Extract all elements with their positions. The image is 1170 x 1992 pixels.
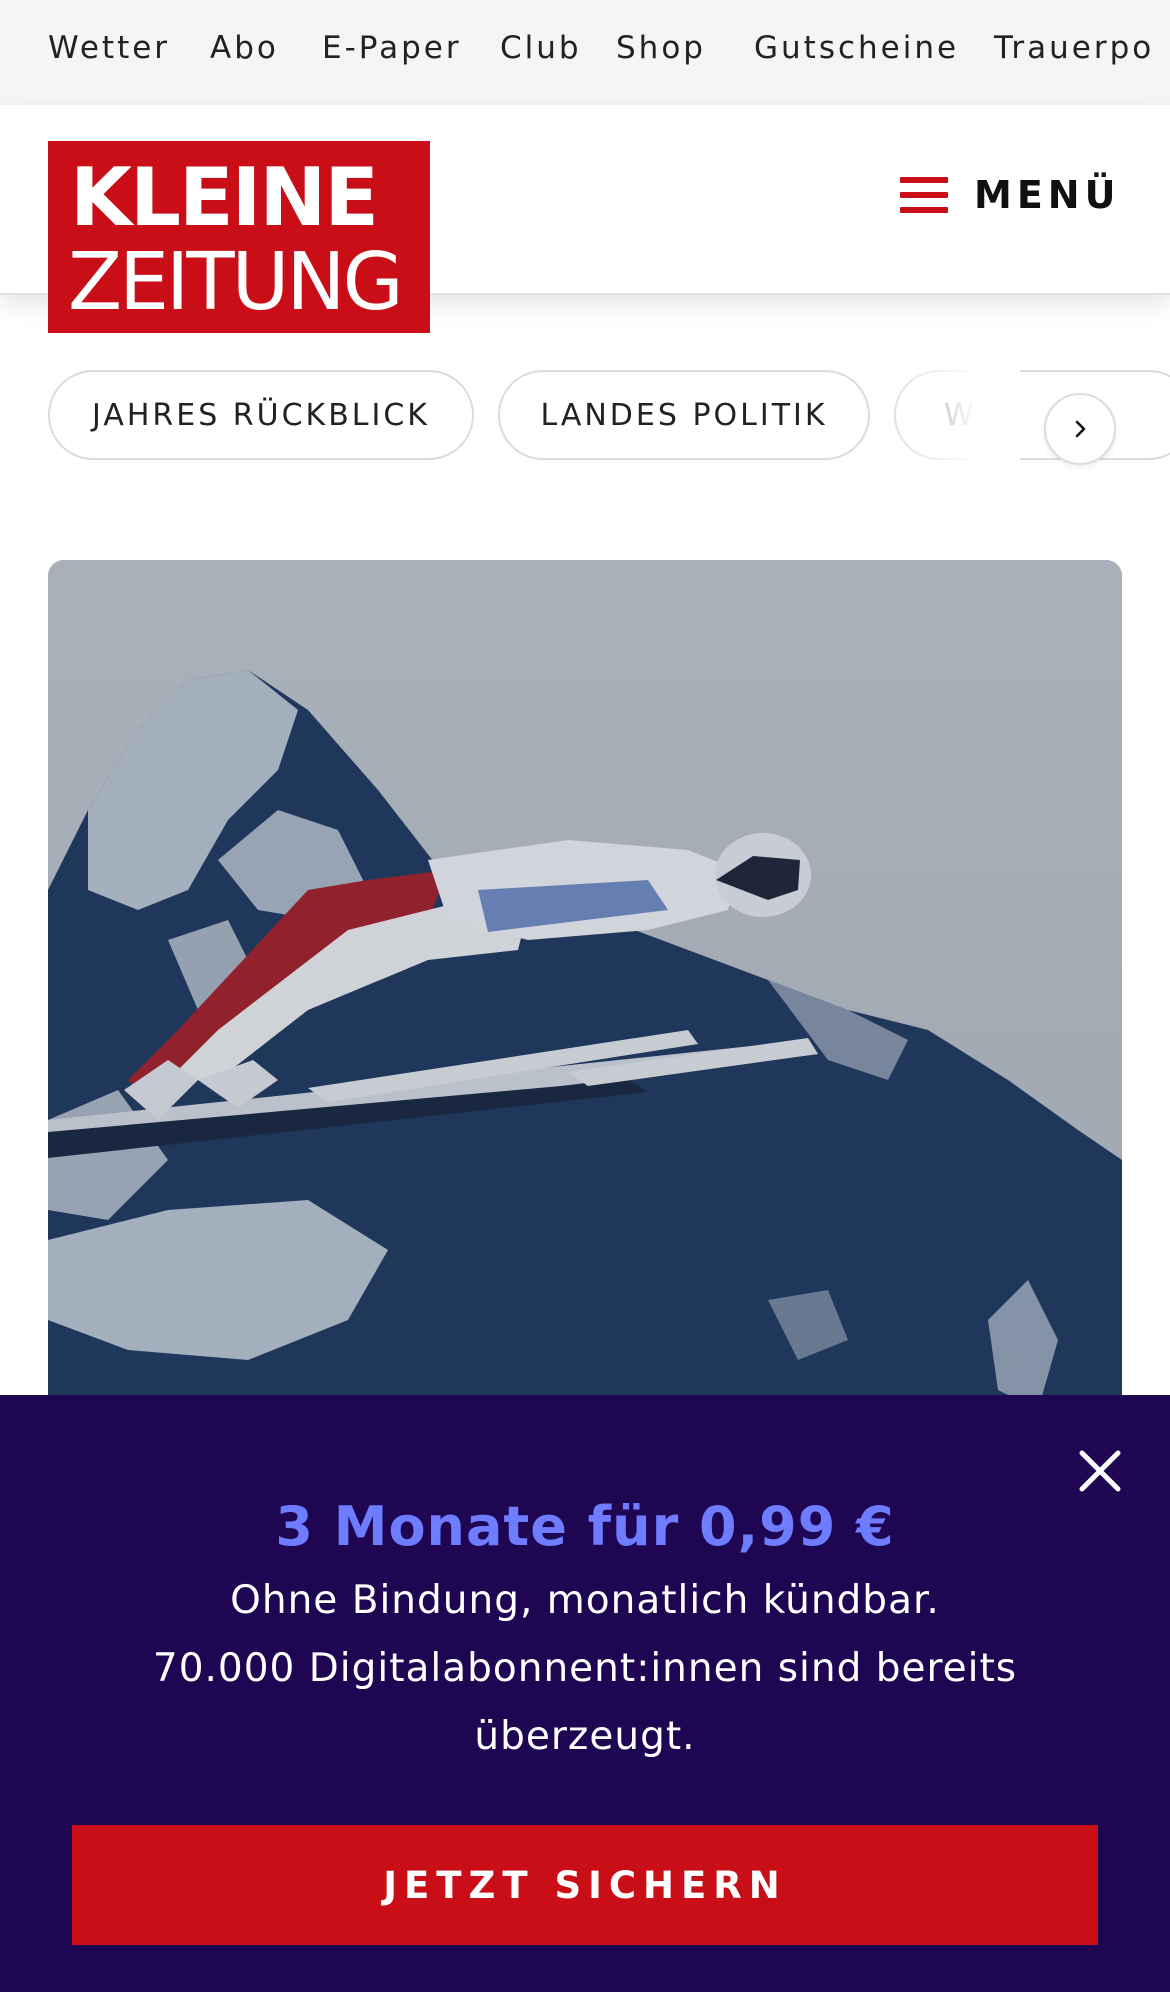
site-header: KLEINE ZEITUNG MENÜ: [0, 105, 1170, 333]
pills-next-button[interactable]: [1044, 393, 1116, 465]
site-logo[interactable]: KLEINE ZEITUNG: [48, 141, 430, 333]
hamburger-icon: [900, 177, 948, 213]
nav-link-gutscheine[interactable]: Gutscheine: [754, 30, 959, 66]
nav-link-wetter[interactable]: Wetter: [48, 30, 170, 66]
top-utility-nav: Wetter Abo E-Paper Club Shop Gutscheine …: [0, 0, 1170, 105]
promo-text-line1: Ohne Bindung, monatlich kündbar.: [230, 1578, 940, 1623]
promo-text-line2: 70.000 Digitalabonnent:innen sind bereit…: [152, 1646, 1018, 1691]
close-icon: [1079, 1450, 1121, 1492]
promo-title: 3 Monate für 0,99 €: [275, 1495, 895, 1558]
subscription-banner: 3 Monate für 0,99 € Ohne Bindung, monatl…: [0, 1395, 1170, 1992]
logo-text-top: KLEINE: [70, 151, 379, 244]
promo-text-line3: überzeugt.: [474, 1714, 696, 1759]
nav-link-club[interactable]: Club: [500, 30, 582, 66]
pill-landespolitik[interactable]: LANDES POLITIK: [498, 370, 870, 460]
logo-text-bottom: ZEITUNG: [68, 236, 404, 328]
category-pills: JAHRES RÜCKBLICK LANDES POLITIK WE: [0, 365, 1170, 475]
banner-close-button[interactable]: [1072, 1443, 1128, 1499]
nav-link-abo[interactable]: Abo: [210, 30, 279, 66]
nav-link-trauerportal[interactable]: Trauerpo: [994, 30, 1154, 66]
menu-label: MENÜ: [974, 173, 1121, 217]
nav-link-shop[interactable]: Shop: [616, 30, 706, 66]
menu-button[interactable]: MENÜ: [900, 165, 1120, 225]
pill-fade-overlay: [880, 365, 1020, 475]
jetzt-sichern-button[interactable]: JETZT SICHERN: [72, 1825, 1098, 1945]
pill-jahresrueckblick[interactable]: JAHRES RÜCKBLICK: [48, 370, 474, 460]
chevron-right-icon: [1075, 420, 1086, 438]
nav-link-epaper[interactable]: E-Paper: [322, 30, 462, 66]
